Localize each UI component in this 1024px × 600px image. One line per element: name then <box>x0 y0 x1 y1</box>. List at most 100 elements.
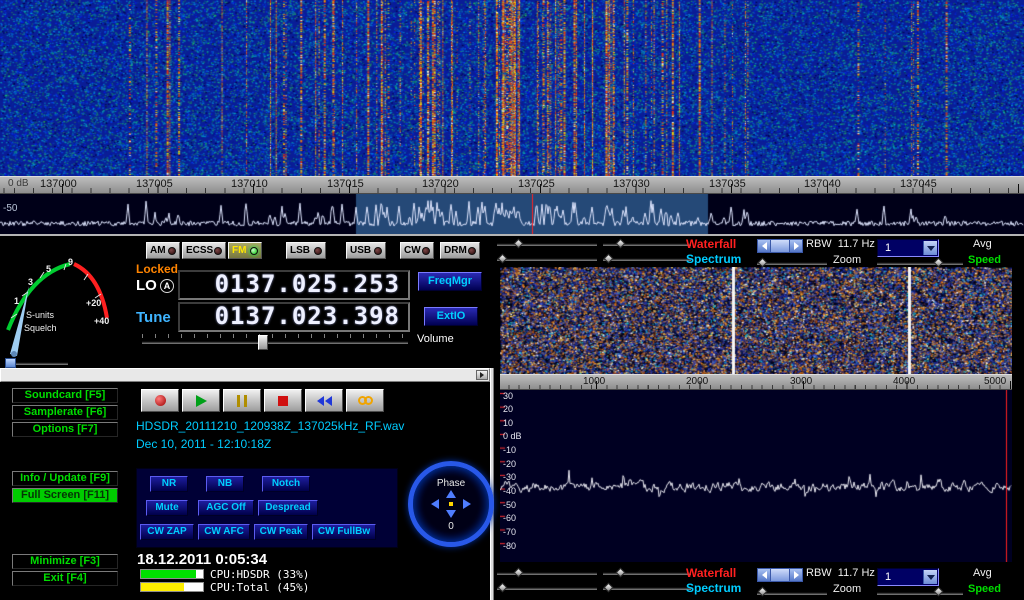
avg-select-value-bottom: 1 <box>885 571 891 583</box>
mode-lsb-button[interactable]: LSB <box>286 242 326 259</box>
loop-button[interactable] <box>346 389 384 412</box>
main-frequency-ruler[interactable]: 0 dB 137000 137005 137010 137015 137020 … <box>0 176 1024 194</box>
sp-brightness-track-top[interactable] <box>497 258 597 261</box>
wf-brightness-thumb-bottom[interactable] <box>514 568 524 578</box>
freq-label-137025: 137025 <box>518 178 555 190</box>
sp-brightness-thumb-top[interactable] <box>498 254 508 264</box>
horizontal-splitter[interactable] <box>0 368 490 382</box>
zoom-waterfall-canvas[interactable] <box>500 267 1012 374</box>
freq-label-137005: 137005 <box>136 178 173 190</box>
tune-frequency-display[interactable]: 0137.023.398 <box>178 302 410 332</box>
pause-icon <box>237 395 247 407</box>
pan-left-button-bottom[interactable] <box>758 569 771 581</box>
mode-cw-button[interactable]: CW <box>400 242 434 259</box>
samplerate-button[interactable]: Samplerate [F6] <box>12 405 118 420</box>
options-button[interactable]: Options [F7] <box>12 422 118 437</box>
avg-select-bottom[interactable]: 1 <box>877 568 939 586</box>
wf-brightness-thumb-top[interactable] <box>514 239 524 249</box>
waterfall-label-bottom: Waterfall <box>686 566 736 580</box>
nb-button[interactable]: NB <box>206 476 244 492</box>
speed-slider-track-top[interactable] <box>877 262 963 265</box>
rewind-button[interactable] <box>305 389 343 412</box>
freq-label-137010: 137010 <box>231 178 268 190</box>
phase-indicator[interactable]: Phase 0 <box>408 461 494 547</box>
zoom-spectrum-canvas[interactable] <box>500 390 1012 562</box>
cw-fullbw-button[interactable]: CW FullBw <box>312 524 376 540</box>
pause-button[interactable] <box>223 389 261 412</box>
freq-label-137045: 137045 <box>900 178 937 190</box>
mode-usb-button[interactable]: USB <box>346 242 386 259</box>
minimize-button[interactable]: Minimize [F3] <box>12 554 118 569</box>
mode-drm-button[interactable]: DRM <box>440 242 480 259</box>
volume-slider-handle[interactable] <box>258 335 268 350</box>
nr-button[interactable]: NR <box>150 476 188 492</box>
s-scale-1: 1 <box>14 296 19 306</box>
squelch-slider-handle[interactable] <box>5 358 16 368</box>
s-meter-red-arc <box>74 264 107 318</box>
wf-contrast-thumb-top[interactable] <box>616 239 626 249</box>
stop-button[interactable] <box>264 389 302 412</box>
splitter-arrow-button[interactable] <box>476 370 488 380</box>
exit-button[interactable]: Exit [F4] <box>12 571 118 586</box>
stop-icon <box>278 396 288 406</box>
agc-button[interactable]: AGC Off <box>198 500 254 516</box>
lo-a-badge[interactable]: A <box>160 279 174 293</box>
info-update-button[interactable]: Info / Update [F9] <box>12 471 118 486</box>
sp-brightness-track-bottom[interactable] <box>497 587 597 590</box>
despread-button[interactable]: Despread <box>258 500 318 516</box>
lo-frequency-display[interactable]: 0137.025.253 <box>178 270 410 300</box>
freqmgr-button[interactable]: FreqMgr <box>418 272 482 291</box>
main-waterfall-canvas[interactable] <box>0 0 1024 176</box>
sp-brightness-thumb-bottom[interactable] <box>498 583 508 593</box>
mode-am-button[interactable]: AM <box>146 242 180 259</box>
extio-button[interactable]: ExtIO <box>424 307 478 326</box>
pan-right-button-top[interactable] <box>789 240 802 252</box>
datetime-display: 18.12.2011 0:05:34 <box>137 551 267 568</box>
cw-zap-button[interactable]: CW ZAP <box>140 524 194 540</box>
cpu-hdsdr-label: CPU:HDSDR (33%) <box>210 568 309 581</box>
soundcard-button[interactable]: Soundcard [F5] <box>12 388 118 403</box>
volume-slider-track[interactable] <box>142 341 408 344</box>
sp-contrast-track-bottom[interactable] <box>603 587 691 590</box>
main-spectrum-canvas[interactable] <box>0 194 1024 234</box>
avg-select-arrow-top[interactable] <box>923 241 937 255</box>
pan-right-button-bottom[interactable] <box>789 569 802 581</box>
avg-label-bottom: Avg <box>973 567 992 579</box>
pan-left-button-top[interactable] <box>758 240 771 252</box>
notch-button[interactable]: Notch <box>262 476 310 492</box>
mode-fm-led <box>250 247 258 255</box>
wf-brightness-track-bottom[interactable] <box>497 572 597 575</box>
pan-scrollbar-bottom[interactable] <box>757 568 803 582</box>
mode-fm-button[interactable]: FM <box>228 242 262 259</box>
db-10: 10 <box>503 418 513 428</box>
mute-button[interactable]: Mute <box>146 500 188 516</box>
wf-contrast-thumb-bottom[interactable] <box>616 568 626 578</box>
zoom-slider-thumb-top[interactable] <box>758 258 768 268</box>
avg-select-top[interactable]: 1 <box>877 239 939 257</box>
zoom-frequency-ruler[interactable]: 1000 2000 3000 4000 5000 <box>500 374 1012 390</box>
mode-cw-led <box>422 247 430 255</box>
full-screen-button[interactable]: Full Screen [F11] <box>12 488 118 503</box>
zoom-slider-track-bottom[interactable] <box>757 592 827 595</box>
vertical-splitter[interactable] <box>490 368 494 600</box>
pan-scrollbar-top[interactable] <box>757 239 803 253</box>
speed-label-top: Speed <box>968 254 1001 266</box>
mode-fm-label: FM <box>232 245 246 256</box>
speed-slider-thumb-top[interactable] <box>934 258 944 268</box>
play-button[interactable] <box>182 389 220 412</box>
play-icon <box>196 395 207 407</box>
freq-label-137015: 137015 <box>327 178 364 190</box>
s-scale-9: 9 <box>68 257 73 267</box>
cw-afc-button[interactable]: CW AFC <box>198 524 250 540</box>
sp-contrast-thumb-top[interactable] <box>604 254 614 264</box>
cw-peak-button[interactable]: CW Peak <box>254 524 308 540</box>
recording-filename: HDSDR_20111210_120938Z_137025kHz_RF.wav <box>136 419 404 433</box>
sp-contrast-track-top[interactable] <box>603 258 691 261</box>
avg-select-arrow-bottom[interactable] <box>923 570 937 584</box>
record-button[interactable] <box>141 389 179 412</box>
mode-ecss-button[interactable]: ECSS <box>182 242 226 259</box>
phase-left-arrow-icon <box>431 499 439 509</box>
wf-brightness-track-top[interactable] <box>497 243 597 246</box>
speed-slider-track-bottom[interactable] <box>877 592 963 595</box>
sp-contrast-thumb-bottom[interactable] <box>604 583 614 593</box>
